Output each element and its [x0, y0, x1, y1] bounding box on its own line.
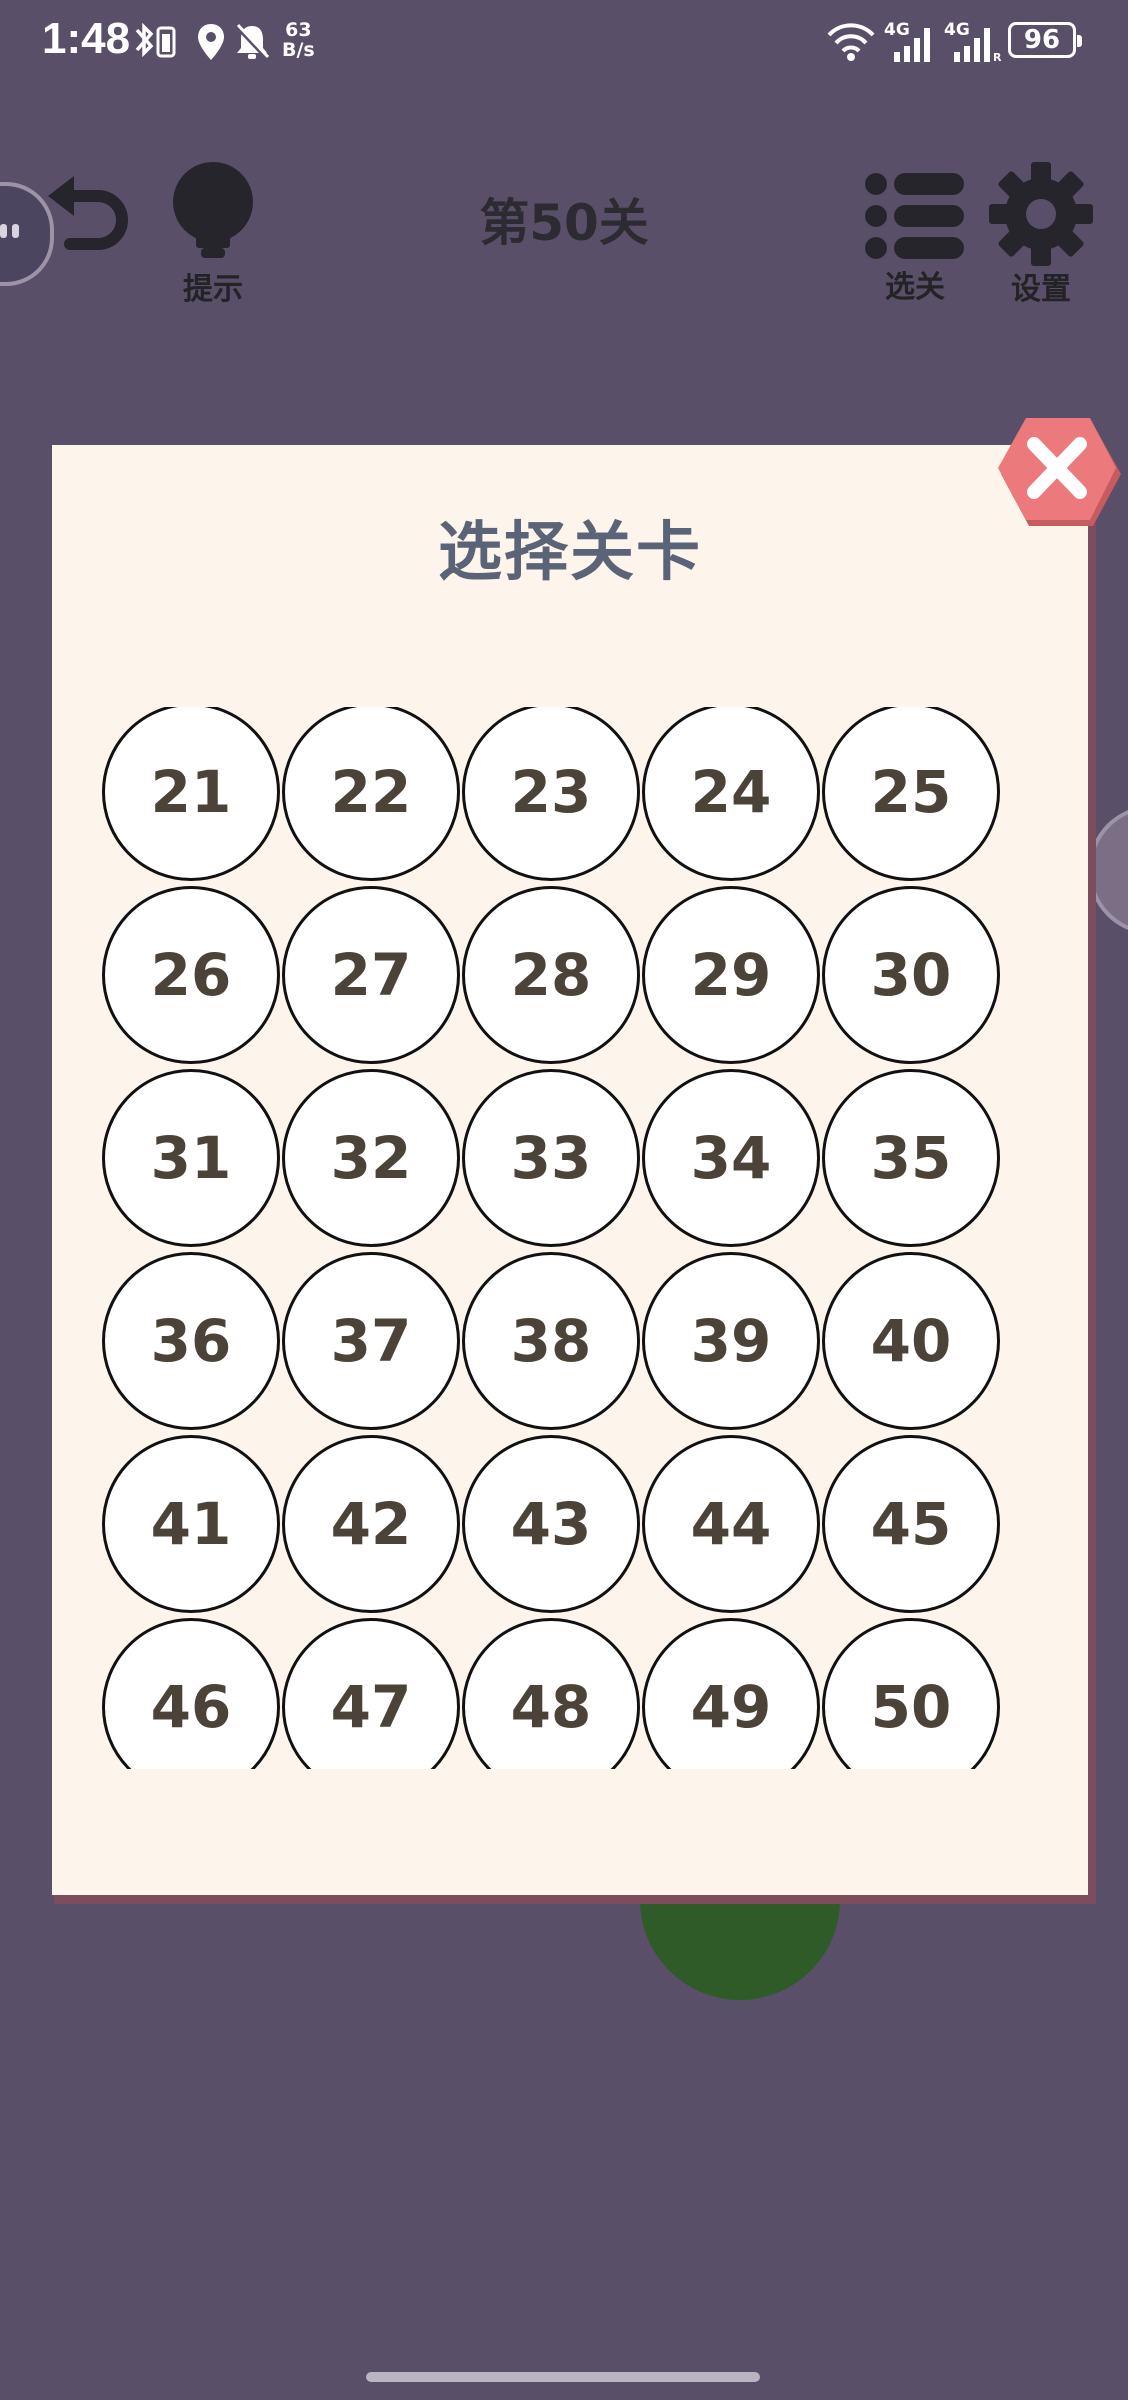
level-button[interactable]: 27	[282, 886, 460, 1064]
bluetooth-battery-icon	[135, 22, 176, 58]
level-grid-scroll[interactable]: 21 22 23 24 25 26 27 28 29 30 31 32 33 34 35 36 37 38 39 40…	[102, 707, 1062, 1769]
level-button[interactable]: 48	[462, 1618, 640, 1769]
signal-bars-icon	[894, 28, 930, 62]
level-button[interactable]: 29	[642, 886, 820, 1064]
level-button[interactable]: 41	[102, 1435, 280, 1613]
level-button[interactable]: 38	[462, 1252, 640, 1430]
svg-text:R: R	[993, 51, 1002, 62]
level-button[interactable]: 24	[642, 707, 820, 881]
level-button[interactable]: 35	[822, 1069, 1000, 1247]
net-speed: 63 B/s	[282, 20, 315, 60]
level-button[interactable]: 49	[642, 1618, 820, 1769]
signal-2: 4G R	[944, 20, 1002, 64]
level-button[interactable]: 32	[282, 1069, 460, 1247]
level-button[interactable]: 28	[462, 886, 640, 1064]
level-button[interactable]: 44	[642, 1435, 820, 1613]
level-button[interactable]: 23	[462, 707, 640, 881]
home-indicator[interactable]	[366, 2372, 760, 2382]
level-button[interactable]: 47	[282, 1618, 460, 1769]
level-button[interactable]: 40	[822, 1252, 1000, 1430]
settings-label: 设置	[1011, 272, 1071, 307]
close-button[interactable]	[990, 412, 1122, 532]
gear-icon	[989, 162, 1093, 266]
level-button[interactable]: 50	[822, 1618, 1000, 1769]
battery-indicator: 96	[1008, 22, 1082, 58]
level-select-dialog: 选择关卡 21 22 23 24 25 26 27 28 29 30 31 32 33 34 35 36 37 3…	[52, 445, 1088, 1895]
net-speed-unit: B/s	[282, 39, 315, 61]
bell-muted-icon	[235, 23, 270, 60]
list-icon	[865, 173, 964, 259]
level-button[interactable]: 34	[642, 1069, 820, 1247]
level-button[interactable]: 45	[822, 1435, 1000, 1613]
dialog-title: 选择关卡	[438, 516, 702, 590]
location-icon	[198, 24, 224, 60]
select-level-button[interactable]: 选关	[860, 170, 970, 305]
status-bar: 1:48 63 B/s 4G 4G R 96	[0, 0, 1128, 86]
close-icon	[998, 418, 1121, 526]
level-button[interactable]: 42	[282, 1435, 460, 1613]
settings-button[interactable]: 设置	[986, 160, 1096, 307]
hint-label: 提示	[183, 272, 243, 307]
level-button[interactable]: 26	[102, 886, 280, 1064]
level-button[interactable]: 30	[822, 886, 1000, 1064]
status-time: 1:48	[42, 14, 131, 63]
level-button[interactable]: 25	[822, 707, 1000, 881]
level-button[interactable]: 39	[642, 1252, 820, 1430]
level-button[interactable]: 43	[462, 1435, 640, 1613]
level-button[interactable]: 36	[102, 1252, 280, 1430]
select-level-label: 选关	[885, 270, 945, 305]
net-speed-value: 63	[285, 19, 312, 41]
signal-1: 4G	[884, 20, 936, 64]
level-button[interactable]: 37	[282, 1252, 460, 1430]
level-button[interactable]: 21	[102, 707, 280, 881]
level-grid: 21 22 23 24 25 26 27 28 29 30 31 32 33 34 35 36 37 38 39 40…	[102, 707, 1000, 1769]
signal-bars-icon: R	[954, 28, 1002, 62]
level-button[interactable]: 31	[102, 1069, 280, 1247]
level-button[interactable]: 33	[462, 1069, 640, 1247]
level-button[interactable]: 22	[282, 707, 460, 881]
level-button[interactable]: 46	[102, 1618, 280, 1769]
wifi-icon	[827, 23, 875, 61]
